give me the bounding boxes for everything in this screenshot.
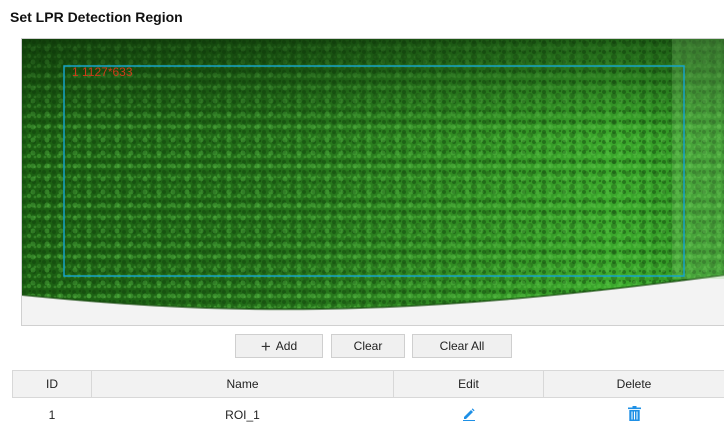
video-preview[interactable]: 1 1127*633 xyxy=(21,38,724,326)
row-edit-cell xyxy=(393,397,544,432)
table-header-row: ID Name Edit Delete xyxy=(12,370,724,398)
page-title: Set LPR Detection Region xyxy=(10,9,183,25)
video-image xyxy=(22,39,724,325)
clear-all-button[interactable]: Clear All xyxy=(412,334,512,358)
row-delete-cell xyxy=(543,397,724,432)
row-id: 1 xyxy=(12,397,92,432)
row-name: ROI_1 xyxy=(91,397,394,432)
column-header-delete: Delete xyxy=(543,370,724,398)
column-header-id: ID xyxy=(12,370,92,398)
column-header-name: Name xyxy=(91,370,394,398)
clear-button[interactable]: Clear xyxy=(331,334,405,358)
roi-table: ID Name Edit Delete 1 ROI_1 xyxy=(12,370,724,432)
plus-icon: + xyxy=(260,336,271,356)
roi-label: 1 1127*633 xyxy=(72,65,133,79)
table-row: 1 ROI_1 xyxy=(12,397,724,432)
add-label: Add xyxy=(275,339,298,353)
trash-icon[interactable] xyxy=(627,406,641,424)
roi-toolbar: + Add Clear Clear All xyxy=(0,334,724,360)
add-button[interactable]: + Add xyxy=(235,334,323,358)
pencil-icon[interactable] xyxy=(462,407,476,424)
column-header-edit: Edit xyxy=(393,370,544,398)
lpr-region-panel: Set LPR Detection Region 1 1127*633 + Ad… xyxy=(0,0,724,432)
